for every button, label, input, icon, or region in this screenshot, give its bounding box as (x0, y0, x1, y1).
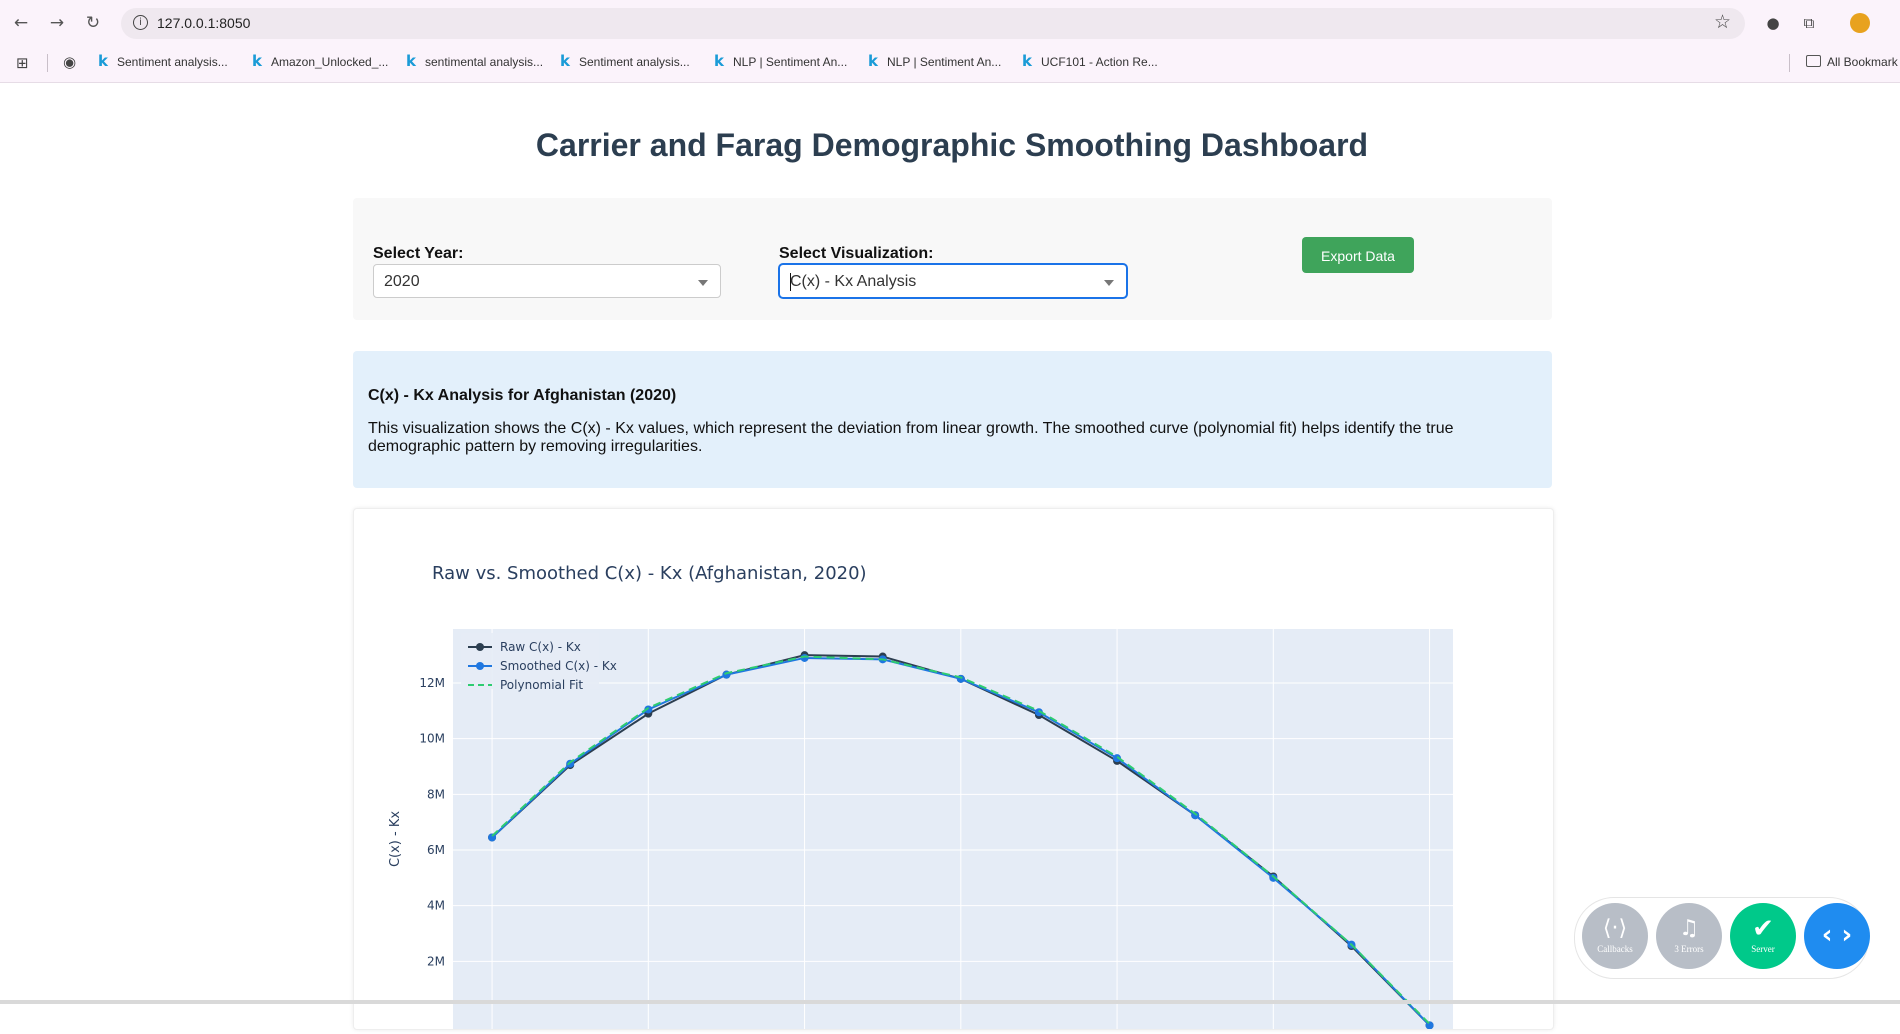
cookie-extension-icon[interactable]: ● (1762, 12, 1784, 34)
info-panel: C(x) - Kx Analysis for Afghanistan (2020… (353, 351, 1552, 488)
kaggle-icon: k (1022, 52, 1032, 70)
info-description: This visualization shows the C(x) - Kx v… (368, 420, 1454, 455)
y-tick-label: 6M (427, 843, 445, 857)
year-dropdown-value: 2020 (384, 273, 420, 290)
y-axis-ticks: 2M 4M 6M 8M 10M 12M (419, 676, 445, 968)
kaggle-icon: k (560, 52, 570, 70)
legend-marker (476, 643, 484, 651)
site-info-icon[interactable]: i (133, 15, 148, 30)
legend-entry[interactable]: Raw C(x) - Kx (500, 640, 581, 654)
visualization-label: Select Visualization: (779, 245, 934, 262)
year-dropdown[interactable]: 2020 (373, 264, 721, 298)
kaggle-icon: k (868, 52, 878, 70)
bell-icon: ♫ (1679, 916, 1699, 941)
bookmark-item[interactable]: k UCF101 - Action Re... (1022, 52, 1158, 70)
chart-title: Raw vs. Smoothed C(x) - Kx (Afghanistan,… (432, 563, 867, 584)
bookmark-item[interactable]: k Amazon_Unlocked_... (252, 52, 388, 70)
server-button[interactable]: ✔ Server (1730, 903, 1796, 969)
bookmarks-divider (47, 54, 48, 72)
globe-icon[interactable]: ◉ (63, 53, 76, 71)
legend-entry[interactable]: Polynomial Fit (500, 678, 583, 692)
legend-marker (476, 662, 484, 670)
code-button[interactable]: ‹ › (1804, 903, 1870, 969)
chart-card: Raw vs. Smoothed C(x) - Kx (Afghanistan,… (353, 508, 1554, 1030)
bookmark-item[interactable]: k NLP | Sentiment An... (714, 52, 847, 70)
y-axis-label: C(x) - Kx (388, 811, 403, 867)
legend-entry[interactable]: Smoothed C(x) - Kx (500, 659, 617, 673)
bookmark-item[interactable]: k sentimental analysis... (406, 52, 543, 70)
y-tick-label: 12M (419, 676, 445, 690)
extensions-puzzle-icon[interactable]: ⧉ (1798, 12, 1820, 34)
back-arrow-icon[interactable]: ← (8, 10, 34, 36)
check-icon: ✔ (1752, 914, 1774, 944)
kaggle-icon: k (406, 52, 416, 70)
share-icon: ⟨·⟩ (1602, 916, 1628, 941)
url-text: 127.0.0.1:8050 (157, 15, 251, 31)
visualization-dropdown-value: C(x) - Kx Analysis (790, 273, 917, 290)
plot-area (453, 629, 1453, 1029)
kaggle-icon: k (252, 52, 262, 70)
y-tick-label: 2M (427, 954, 445, 968)
bookmark-item[interactable]: k NLP | Sentiment An... (868, 52, 1001, 70)
profile-avatar[interactable] (1850, 13, 1870, 33)
y-tick-label: 4M (427, 899, 445, 913)
apps-grid-icon[interactable]: ⊞ (16, 54, 29, 72)
window-bottom-edge (0, 1000, 1900, 1004)
callbacks-button[interactable]: ⟨·⟩ Callbacks (1582, 903, 1648, 969)
y-tick-label: 8M (427, 787, 445, 801)
forward-arrow-icon[interactable]: → (44, 10, 70, 36)
export-data-button[interactable]: Export Data (1302, 237, 1414, 273)
info-heading: C(x) - Kx Analysis for Afghanistan (2020… (368, 387, 677, 404)
code-brackets-icon: ‹ › (1821, 920, 1853, 950)
errors-button[interactable]: ♫ 3 Errors (1656, 903, 1722, 969)
bookmark-star-icon[interactable]: ☆ (1714, 11, 1731, 33)
bookmarks-divider (1789, 54, 1790, 72)
line-chart[interactable]: Raw vs. Smoothed C(x) - Kx (Afghanistan,… (354, 509, 1553, 1029)
kaggle-icon: k (714, 52, 724, 70)
year-label: Select Year: (373, 245, 464, 262)
chevron-down-icon (698, 280, 708, 286)
y-tick-label: 10M (419, 732, 445, 746)
address-bar[interactable]: i 127.0.0.1:8050 ☆ (121, 8, 1745, 39)
all-bookmarks-button[interactable]: All Bookmark (1806, 55, 1898, 69)
chart-legend[interactable]: Raw C(x) - Kx Smoothed C(x) - Kx Polynomia… (461, 633, 617, 692)
folder-icon (1806, 55, 1821, 67)
reload-icon[interactable]: ↻ (80, 10, 106, 36)
bookmark-item[interactable]: k Sentiment analysis... (560, 52, 690, 70)
chevron-down-icon (1104, 280, 1114, 286)
kaggle-icon: k (98, 52, 108, 70)
browser-toolbar: ← → ↻ i 127.0.0.1:8050 ☆ ● ⧉ (0, 0, 1900, 46)
visualization-dropdown[interactable]: C(x) - Kx Analysis (779, 264, 1127, 298)
page-title: Carrier and Farag Demographic Smoothing … (535, 127, 1369, 163)
bookmark-item[interactable]: k Sentiment analysis... (98, 52, 228, 70)
